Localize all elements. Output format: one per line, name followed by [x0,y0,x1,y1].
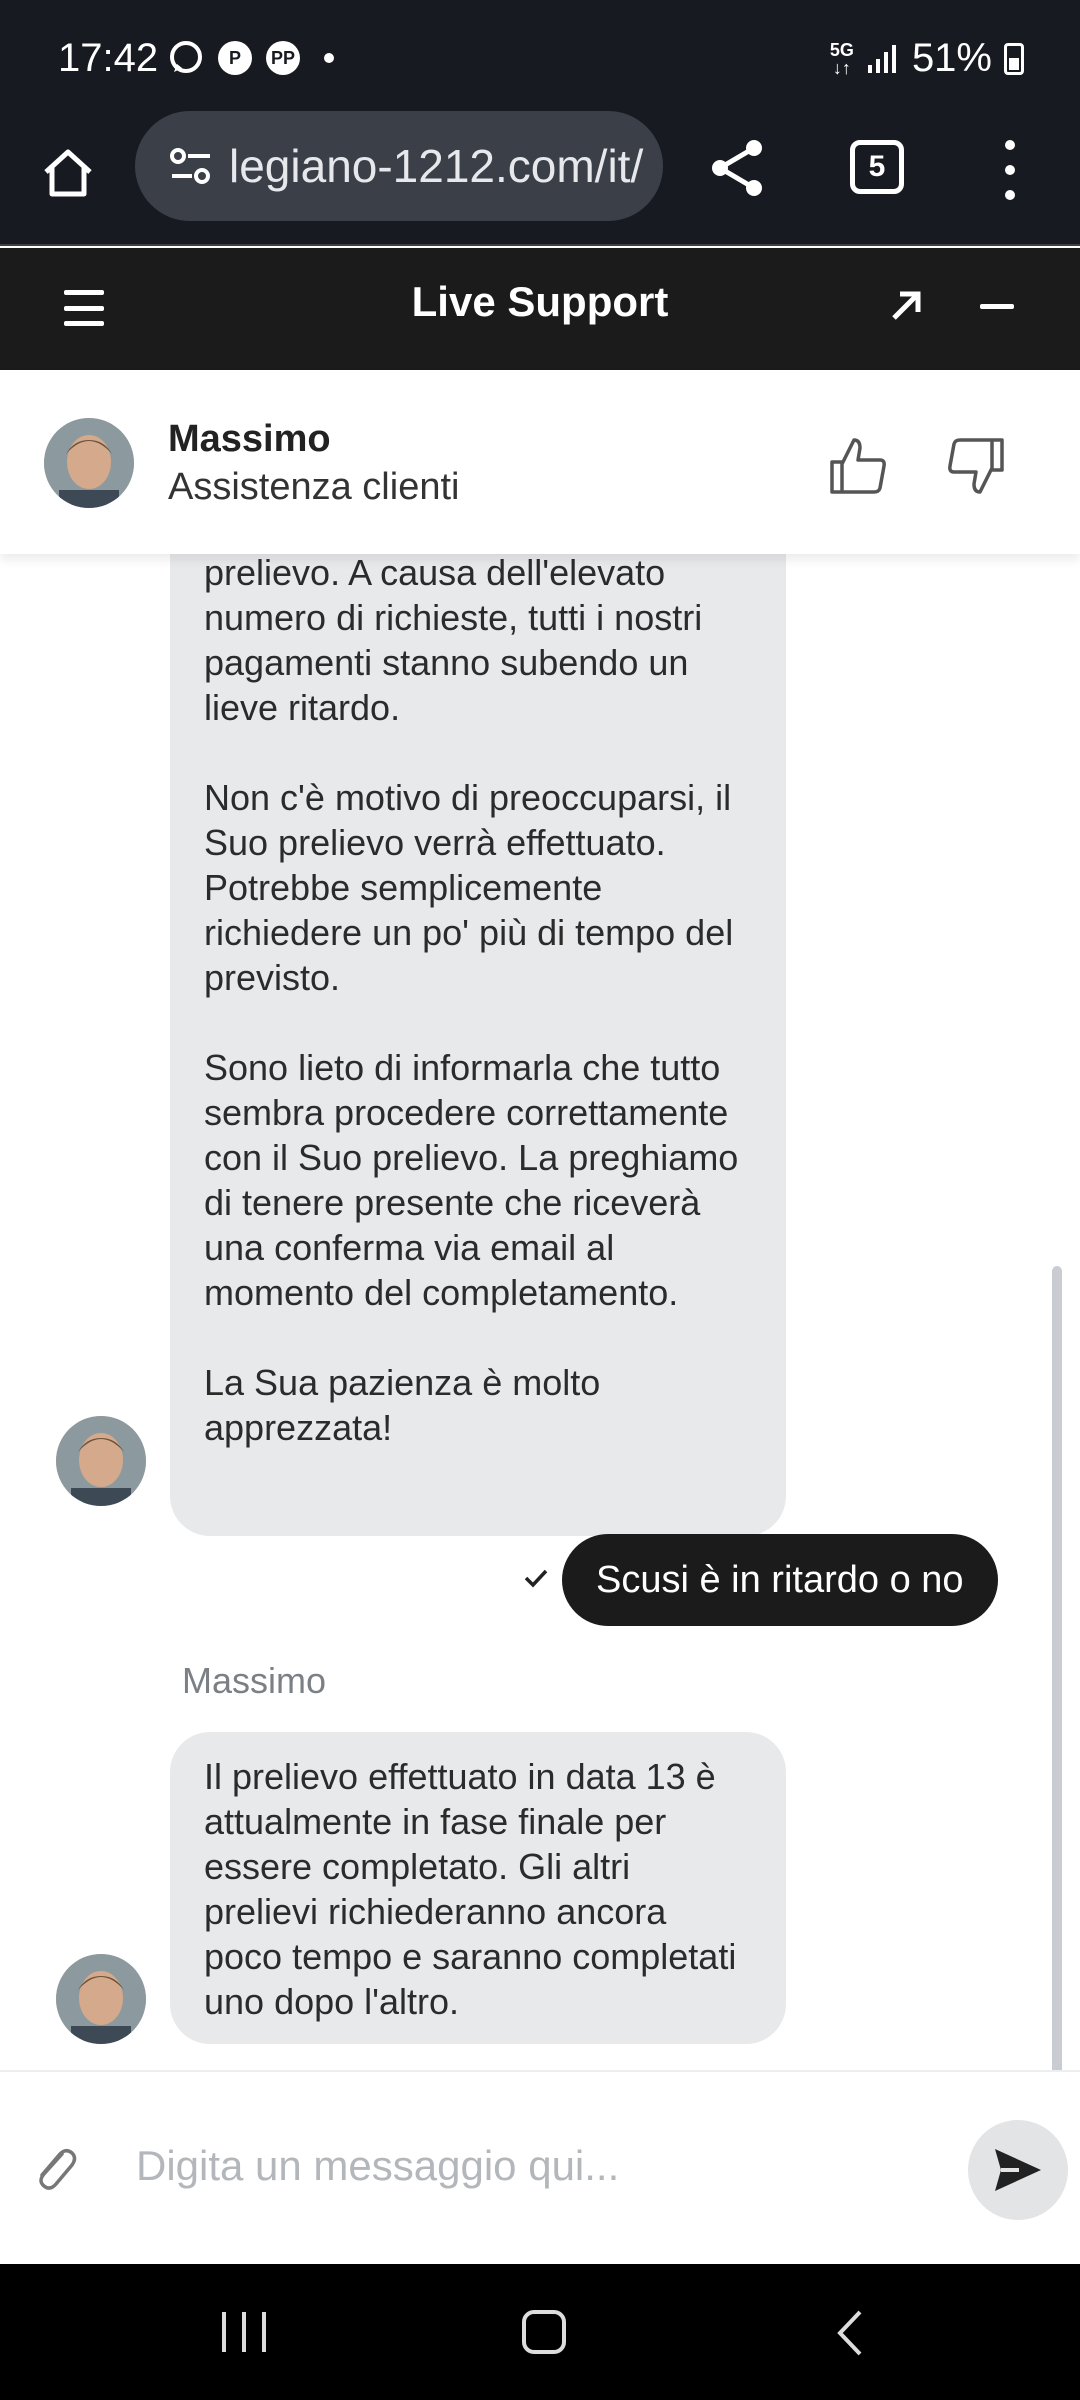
message-composer [0,2070,1080,2264]
home-nav-button[interactable] [522,2310,566,2354]
site-settings-icon[interactable] [161,136,221,196]
checkmark-icon [524,1569,548,1588]
paypal-icon: PP [266,41,300,75]
more-options-icon[interactable] [990,140,1030,200]
pinterest-icon: P [218,41,252,75]
message-input[interactable] [136,2126,936,2206]
agent-role: Assistenza clienti [168,466,460,508]
user-message-bubble: Scusi è in ritardo o no [562,1534,998,1626]
paperclip-icon[interactable] [32,2140,78,2196]
agent-info-bar: Massimo Assistenza clienti [0,370,1080,554]
back-arrow-icon[interactable] [830,2308,870,2358]
send-button[interactable] [968,2120,1068,2220]
agent-message-avatar [56,1416,146,1506]
tabs-button[interactable]: 5 [850,140,904,194]
thumbs-down-icon[interactable] [946,436,1006,496]
expand-arrow-icon[interactable] [886,286,926,326]
home-icon [44,149,92,197]
chat-messages[interactable]: prelievo. A causa dell'elevato numero di… [0,554,1080,2070]
recent-apps-button[interactable] [222,2312,266,2352]
address-bar[interactable]: legiano-1212.com/it/ [135,111,663,221]
dot-icon [324,53,334,63]
network-icon: 5G ↓↑ [830,41,854,77]
user-message-row: Scusi è in ritardo o no [0,1534,1080,1626]
message-paragraph: La Sua pazienza è molto apprezzata! [204,1362,601,1448]
chat-scrollbar[interactable] [1052,1266,1062,2070]
battery-percent: 51% [911,36,992,80]
system-status: 5G ↓↑ 51% [830,36,1024,81]
share-icon[interactable] [706,136,770,200]
url-text: legiano-1212.com/it/ [229,140,644,192]
message-paragraph: Non c'è motivo di preoccuparsi, il Suo p… [204,777,734,998]
message-sender-name: Massimo [182,1660,327,1701]
message-paragraph: prelievo. A causa dell'elevato numero di… [204,554,703,728]
signal-icon [867,44,896,73]
status-time: 17:42 [58,36,159,80]
agent-avatar [44,418,134,508]
network-arrows: ↓↑ [832,57,851,78]
minimize-icon[interactable] [980,304,1014,309]
support-header: Live Support [0,248,1080,370]
agent-message-bubble: Il prelievo effettuato in data 13 è attu… [170,1732,786,2044]
agent-name: Massimo [168,418,331,460]
battery-icon [1004,42,1024,75]
home-button[interactable] [36,140,100,204]
thumbs-up-icon[interactable] [828,436,888,496]
notification-icons: P PP [168,40,334,76]
network-type: 5G [829,39,854,60]
status-bar: 17:42 P PP 5G ↓↑ 51% [0,0,1080,110]
system-navigation-bar [0,2264,1080,2400]
send-icon [995,2149,1041,2191]
message-paragraph: Sono lieto di informarla che tutto sembr… [204,1047,739,1313]
browser-toolbar: legiano-1212.com/it/ 5 [0,110,1080,246]
agent-message-avatar [56,1954,146,2044]
agent-message-bubble: prelievo. A causa dell'elevato numero di… [170,554,786,1536]
whatsapp-icon [170,41,202,73]
